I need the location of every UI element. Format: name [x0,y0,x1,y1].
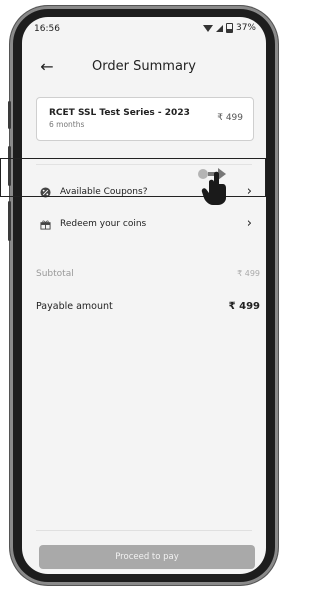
status-time: 16:56 [34,24,60,34]
redeem-coins-label: Redeem your coins [60,219,147,229]
status-bar: 16:56 37% [22,17,266,39]
subtotal-label: Subtotal [36,269,74,279]
proceed-to-pay-button[interactable]: Proceed to pay [39,545,255,569]
battery-icon [225,23,233,33]
page-title: Order Summary [92,59,196,74]
course-name: RCET SSL Test Series - 2023 [49,108,190,118]
divider [36,530,252,531]
chevron-right-icon: › [246,216,252,231]
app-header: ← Order Summary [22,55,266,79]
course-price: ₹ 499 [217,113,243,123]
app-screen: 16:56 37% ← Order Summary RCET SSL Test … [22,17,266,574]
gift-icon [40,220,51,230]
subtotal-value: ₹ 499 [237,269,260,278]
payable-label: Payable amount [36,301,113,312]
side-button-top [8,101,11,129]
signal-icon [215,24,223,32]
payable-value: ₹ 499 [228,301,260,312]
redeem-coins-row[interactable]: Redeem your coins › [22,212,266,238]
tap-hand-icon [198,168,226,205]
status-icons: 37% [202,23,256,33]
wifi-icon [202,24,213,32]
course-duration: 6 months [49,120,85,129]
course-card[interactable]: RCET SSL Test Series - 2023 6 months ₹ 4… [36,97,254,141]
side-button-bottom [8,201,11,241]
battery-percent: 37% [235,23,256,33]
